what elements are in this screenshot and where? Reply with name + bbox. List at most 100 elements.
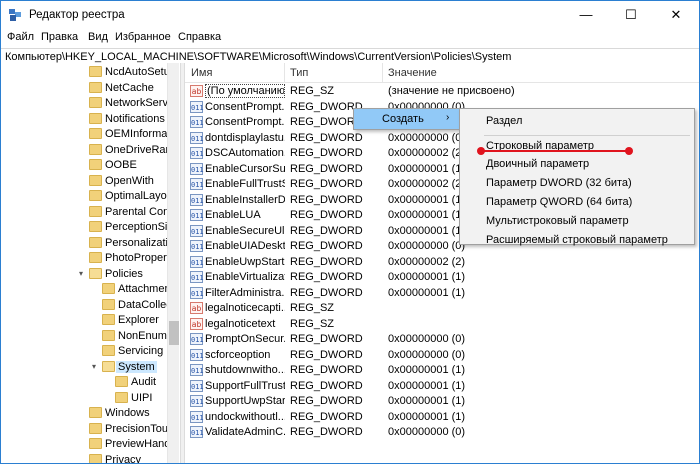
column-separator[interactable] — [284, 63, 285, 83]
address-path[interactable]: Компьютер\HKEY_LOCAL_MACHINE\SOFTWARE\Mi… — [5, 51, 511, 63]
column-type-header[interactable]: Тип — [290, 67, 308, 79]
binary-value-icon: 011 — [190, 240, 204, 252]
submenu-item[interactable]: Параметр QWORD (64 бита) — [460, 193, 694, 212]
menu-view[interactable]: Вид — [88, 31, 108, 43]
binary-value-icon: 011 — [190, 255, 204, 268]
tree-node[interactable]: Personalizatio — [1, 236, 169, 252]
tree-scrollbar-thumb[interactable] — [169, 321, 179, 345]
tree-node[interactable]: Attachmen — [1, 282, 169, 298]
tree-node[interactable]: ▾ Policies — [1, 267, 169, 283]
tree-node[interactable]: UIPI — [1, 391, 169, 407]
value-name: EnableSecureUl... — [205, 224, 285, 237]
menu-edit[interactable]: Правка — [41, 31, 78, 43]
expanded-chevron-icon[interactable]: ▾ — [92, 362, 96, 371]
value-row[interactable]: 011 ValidateAdminC... REG_DWORD 0x00000000 … — [185, 425, 699, 441]
tree-node[interactable]: Audit — [1, 375, 169, 391]
maximize-button[interactable]: ☐ — [614, 1, 648, 29]
binary-value-icon: 011 — [190, 100, 204, 113]
submenu-item[interactable]: Двоичный параметр — [460, 155, 694, 174]
submenu-item[interactable]: Параметр DWORD (32 бита) — [460, 174, 694, 193]
value-data: 0x00000001 (1) — [388, 224, 466, 237]
value-row[interactable]: 011 FilterAdministra... REG_DWORD 0x0000000… — [185, 286, 699, 302]
tree-node-label: Parental Contr — [105, 205, 169, 218]
tree-node[interactable]: Parental Contr — [1, 205, 169, 221]
tree-node[interactable]: DataCollect — [1, 298, 169, 314]
tree-node[interactable]: PrecisionTouc — [1, 422, 169, 438]
tree-node[interactable]: OpenWith — [1, 174, 169, 190]
value-row[interactable]: 011 undockwithoutl... REG_DWORD 0x00000001 … — [185, 410, 699, 426]
tree-scrollbar[interactable] — [167, 63, 179, 463]
value-data: 0x00000001 (1) — [388, 379, 466, 392]
tree-node-label: Servicing — [118, 345, 164, 357]
tree-node-label: Notifications — [105, 112, 165, 125]
value-row[interactable]: ab legalnoticecapti... REG_SZ — [185, 301, 699, 317]
submenu-item[interactable]: Мультистроковый параметр — [460, 212, 694, 231]
context-menu-create[interactable]: Создать › — [354, 109, 459, 129]
menu-bar: Файл Правка Вид Избранное Справка — [1, 29, 699, 48]
submenu-item[interactable]: Раздел — [460, 112, 694, 131]
binary-value-icon: 011 — [190, 131, 204, 144]
value-row[interactable]: 011 scforceoption REG_DWORD 0x00000000 (0) — [185, 348, 699, 364]
menu-favorites[interactable]: Избранное — [115, 31, 171, 43]
value-row[interactable]: 011 shutdownwitho... REG_DWORD 0x00000001 (… — [185, 363, 699, 379]
submenu-item-label: Параметр DWORD (32 бита) — [486, 177, 632, 189]
value-name: EnableUwpStart... — [205, 255, 285, 268]
submenu-item[interactable]: Строковый параметр — [460, 137, 694, 156]
menu-file[interactable]: Файл — [7, 31, 34, 43]
minimize-button[interactable]: — — [569, 1, 603, 29]
string-value-icon: ab — [190, 302, 203, 314]
value-row[interactable]: 011 EnableUwpStart... REG_DWORD 0x00000002 … — [185, 255, 699, 271]
column-value-header[interactable]: Значение — [388, 67, 437, 79]
regedit-app-icon — [9, 9, 21, 21]
tree-node[interactable]: PhotoProperty — [1, 251, 169, 267]
binary-value-icon: 011 — [190, 348, 204, 361]
tree-node[interactable]: OEMInformati — [1, 127, 169, 143]
tree-node[interactable]: OptimalLayout — [1, 189, 169, 205]
value-row[interactable]: ab legalnoticetext REG_SZ — [185, 317, 699, 333]
tree-node[interactable]: NonEnum — [1, 329, 169, 345]
tree-node[interactable]: Servicing — [1, 344, 169, 360]
tree-node[interactable]: NetCache — [1, 81, 169, 97]
value-row[interactable]: 011SupportUwpStar... REG_DWORD 0x00000001 … — [185, 394, 699, 410]
tree-node-label: OEMInformati — [105, 128, 169, 140]
value-row[interactable]: 011 PromptOnSecur... REG_DWORD 0x00000000 (… — [185, 332, 699, 348]
context-menu: Создать › — [353, 108, 460, 130]
tree-node-label: OOBE — [105, 159, 137, 171]
tree-node[interactable]: Explorer — [1, 313, 169, 329]
column-separator[interactable] — [382, 63, 383, 83]
tree-node[interactable]: NcdAutoSetup — [1, 65, 169, 81]
tree-node[interactable]: OOBE — [1, 158, 169, 174]
value-data: 0x00000001 (1) — [388, 395, 466, 407]
tree-node[interactable]: PerceptionSim — [1, 220, 169, 236]
close-button[interactable]: ✕ — [659, 1, 693, 29]
value-type: REG_DWORD — [290, 224, 363, 237]
expanded-chevron-icon[interactable]: ▾ — [79, 269, 83, 278]
value-type: REG_DWORD — [290, 395, 363, 407]
folder-icon — [102, 298, 115, 310]
submenu-item[interactable]: Расширяемый строковый параметр — [460, 231, 694, 250]
folder-icon — [102, 360, 115, 372]
tree-node-label: System — [116, 360, 157, 373]
menu-help[interactable]: Справка — [178, 31, 221, 43]
value-row[interactable]: 011EnableVirtualizat... REG_DWORD 0x000000… — [185, 270, 699, 286]
tree-node[interactable]: ▾ System — [1, 360, 169, 376]
tree-node[interactable]: Windows — [1, 406, 169, 422]
folder-icon — [102, 314, 115, 325]
tree-node[interactable]: NetworkServic — [1, 96, 169, 112]
column-name-header[interactable]: Имя — [191, 67, 212, 79]
tree-node[interactable]: Privacy — [1, 453, 169, 463]
value-name: scforceoption — [205, 348, 271, 361]
folder-icon — [89, 422, 102, 434]
title-bar[interactable]: Редактор реестра — ☐ ✕ — [1, 1, 699, 29]
folder-icon — [89, 143, 102, 155]
value-data: 0x00000000 (0) — [388, 131, 466, 144]
value-data: 0x00000002 (2) — [388, 178, 466, 190]
tree-node-label: PerceptionSim — [105, 221, 169, 233]
value-row[interactable]: ab (По умолчанию) REG_SZ (значение не присв… — [185, 84, 699, 100]
value-type: REG_DWORD — [290, 116, 363, 128]
tree-node[interactable]: PreviewHandle — [1, 437, 169, 453]
value-type: REG_DWORD — [290, 379, 363, 392]
tree-node[interactable]: Notifications — [1, 112, 169, 128]
tree-node[interactable]: OneDriveRamp — [1, 143, 169, 159]
value-row[interactable]: 011SupportFullTrust... REG_DWORD 0x0000000… — [185, 379, 699, 395]
